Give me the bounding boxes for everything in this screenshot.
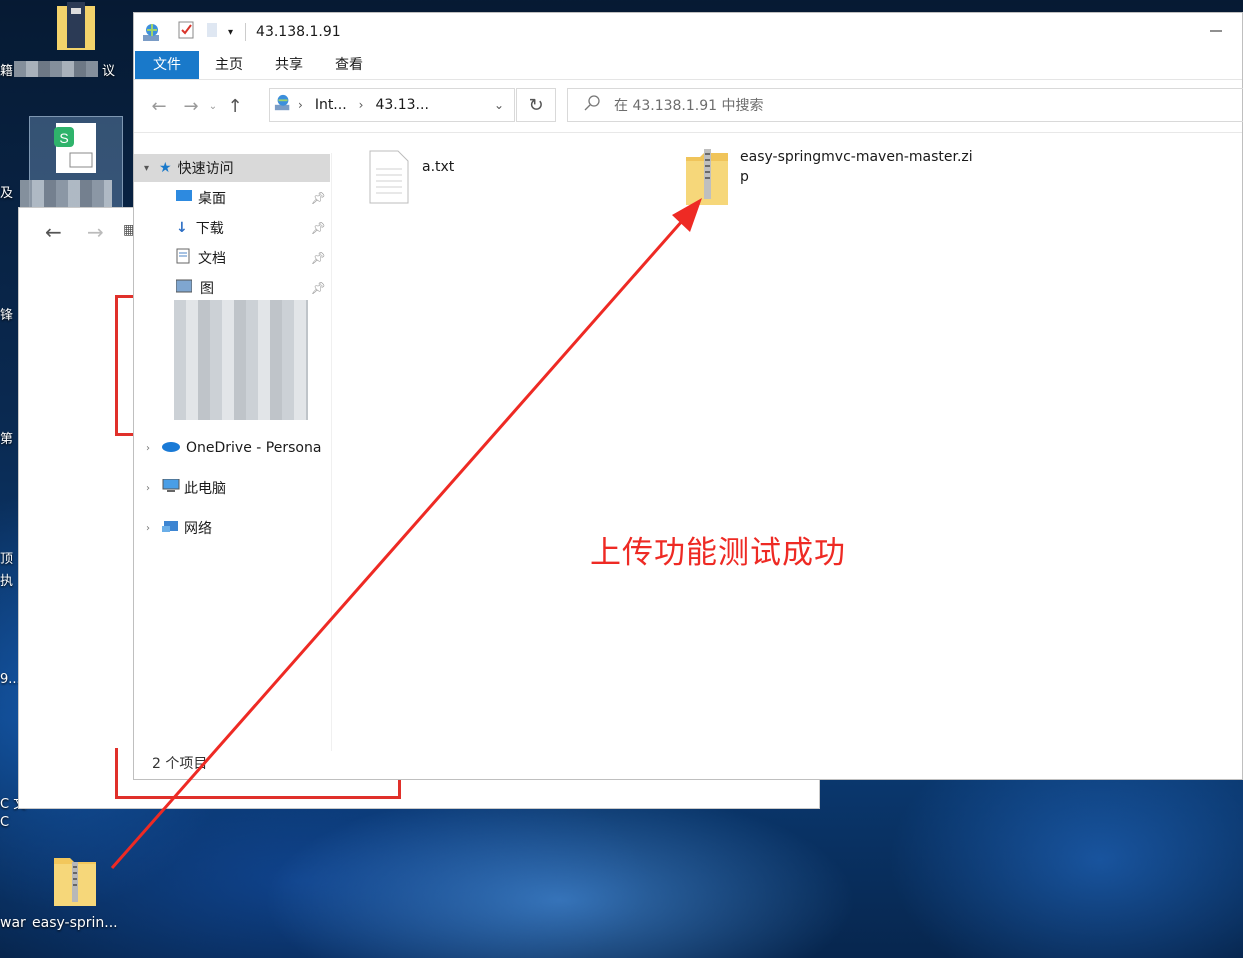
pin-icon[interactable]: 📌︎ xyxy=(311,191,326,205)
annotation-text: 上传功能测试成功 xyxy=(590,535,846,571)
file-item[interactable]: a.txt xyxy=(368,149,454,209)
search-icon xyxy=(584,95,600,115)
search-placeholder: 在 43.138.1.91 中搜索 xyxy=(614,98,764,114)
desktop-label: war xyxy=(0,915,26,931)
file-explorer-window: ▾ 43.138.1.91 文件 主页 共享 查看 ← → ⌄ ↑ › Int.… xyxy=(133,12,1243,780)
desktop-zip-icon[interactable] xyxy=(52,852,98,912)
back-button[interactable]: ← xyxy=(144,91,174,121)
desktop-edge-text: 第 xyxy=(0,432,14,447)
up-button[interactable]: ↑ xyxy=(220,91,250,121)
desktop-edge-text: 籍 xyxy=(0,64,14,79)
sidebar-item-documents[interactable]: 文档 📌︎ xyxy=(134,244,330,272)
sidebar-item-pictures[interactable]: 图 📌︎ xyxy=(134,274,330,302)
sidebar-label: 图 xyxy=(200,281,214,297)
desktop-edge-text: 锋 xyxy=(0,308,14,323)
tab-file[interactable]: 文件 xyxy=(135,51,199,79)
file-list: a.txt easy-springmvc-maven-master.zip xyxy=(332,143,1242,749)
address-dropdown-icon[interactable]: ⌄ xyxy=(494,98,504,112)
blurred-sidebar-items xyxy=(174,300,308,420)
sidebar-item-quick-access[interactable]: ▾ ★ 快速访问 xyxy=(134,154,330,182)
desktop-edge-text: C xyxy=(0,815,10,830)
forward-button[interactable]: → xyxy=(176,91,206,121)
sidebar-item-desktop[interactable]: 桌面 📌︎ xyxy=(134,184,330,212)
sidebar-item-downloads[interactable]: ↓ 下载 📌︎ xyxy=(134,214,330,242)
desktop-edge-text: 执 xyxy=(0,574,14,589)
breadcrumb-separator-icon: › xyxy=(298,98,303,112)
desktop-icon xyxy=(176,189,192,207)
navigation-bar: ← → ⌄ ↑ › Int... › 43.13... ⌄ ↻ 在 43.138… xyxy=(134,80,1243,133)
zip-folder-icon xyxy=(684,149,730,211)
chevron-right-icon[interactable]: › xyxy=(146,483,150,494)
navigation-pane: ▾ ★ 快速访问 桌面 📌︎ ↓ 下载 📌︎ 文档 📌︎ 图 📌︎ › OneD… xyxy=(134,152,330,752)
network-icon xyxy=(162,518,180,538)
search-box[interactable]: 在 43.138.1.91 中搜索 xyxy=(567,88,1243,122)
network-drive-icon xyxy=(142,23,160,41)
file-item[interactable]: easy-springmvc-maven-master.zip xyxy=(684,147,973,211)
desktop-edge-text: 顶 xyxy=(0,552,14,567)
chevron-right-icon[interactable]: › xyxy=(146,443,150,454)
sidebar-label: OneDrive - Persona xyxy=(186,440,322,456)
tab-view[interactable]: 查看 xyxy=(319,51,379,79)
properties-icon[interactable] xyxy=(178,21,194,43)
cloud-icon xyxy=(160,440,180,456)
title-bar: ▾ 43.138.1.91 xyxy=(134,13,1242,51)
pin-icon[interactable]: 📌︎ xyxy=(311,281,326,295)
refresh-button[interactable]: ↻ xyxy=(516,88,556,122)
new-folder-icon[interactable] xyxy=(206,22,218,42)
document-icon xyxy=(176,248,190,268)
back-arrow-icon[interactable]: ← xyxy=(45,220,62,244)
window-title: 43.138.1.91 xyxy=(256,24,341,40)
text-file-icon xyxy=(368,150,410,209)
desktop-label: 议 xyxy=(102,64,116,79)
desktop-folder-icon[interactable] xyxy=(55,2,97,56)
tab-share[interactable]: 共享 xyxy=(259,51,319,79)
pin-icon[interactable]: 📌︎ xyxy=(311,221,326,235)
desktop-zip-label: easy-sprin... xyxy=(32,915,118,931)
star-icon: ★ xyxy=(159,160,172,176)
address-bar[interactable]: › Int... › 43.13... ⌄ xyxy=(269,88,515,122)
sidebar-label: 此电脑 xyxy=(184,481,226,497)
svg-text:S: S xyxy=(59,130,68,146)
chevron-right-icon[interactable]: › xyxy=(146,523,150,534)
breadcrumb-host[interactable]: 43.13... xyxy=(375,97,428,113)
sidebar-item-network[interactable]: › 网络 xyxy=(134,514,330,542)
sidebar-label: 下载 xyxy=(195,221,224,237)
network-location-icon xyxy=(274,94,292,116)
ribbon-tabs: 文件 主页 共享 查看 xyxy=(134,51,1242,80)
status-bar-count: 2 个项目 xyxy=(152,756,208,772)
sidebar-item-this-pc[interactable]: › 此电脑 xyxy=(134,474,330,502)
file-name: easy-springmvc-maven-master.zip xyxy=(740,149,973,185)
recent-locations-icon[interactable]: ⌄ xyxy=(206,91,220,121)
tab-home[interactable]: 主页 xyxy=(199,51,259,79)
pin-icon[interactable]: 📌︎ xyxy=(311,251,326,265)
sidebar-label: 网络 xyxy=(184,521,212,537)
chevron-down-icon[interactable]: ▾ xyxy=(144,163,149,174)
customize-dropdown-icon[interactable]: ▾ xyxy=(228,27,233,38)
breadcrumb-internet[interactable]: Int... xyxy=(315,97,347,113)
sidebar-label: 快速访问 xyxy=(177,161,234,177)
breadcrumb-separator-icon: › xyxy=(358,98,364,112)
sidebar-label: 桌面 xyxy=(198,191,226,207)
desktop-edge-text: 及 xyxy=(0,186,14,201)
computer-icon xyxy=(162,478,180,497)
blurred-desktop-label xyxy=(14,61,98,77)
download-icon: ↓ xyxy=(176,220,188,236)
forward-arrow-icon[interactable]: → xyxy=(87,220,104,244)
pictures-icon xyxy=(175,279,193,297)
file-name: a.txt xyxy=(422,159,455,175)
sidebar-label: 文档 xyxy=(198,251,226,267)
minimize-button[interactable] xyxy=(1204,19,1228,43)
sidebar-item-onedrive[interactable]: › OneDrive - Persona xyxy=(134,434,330,462)
